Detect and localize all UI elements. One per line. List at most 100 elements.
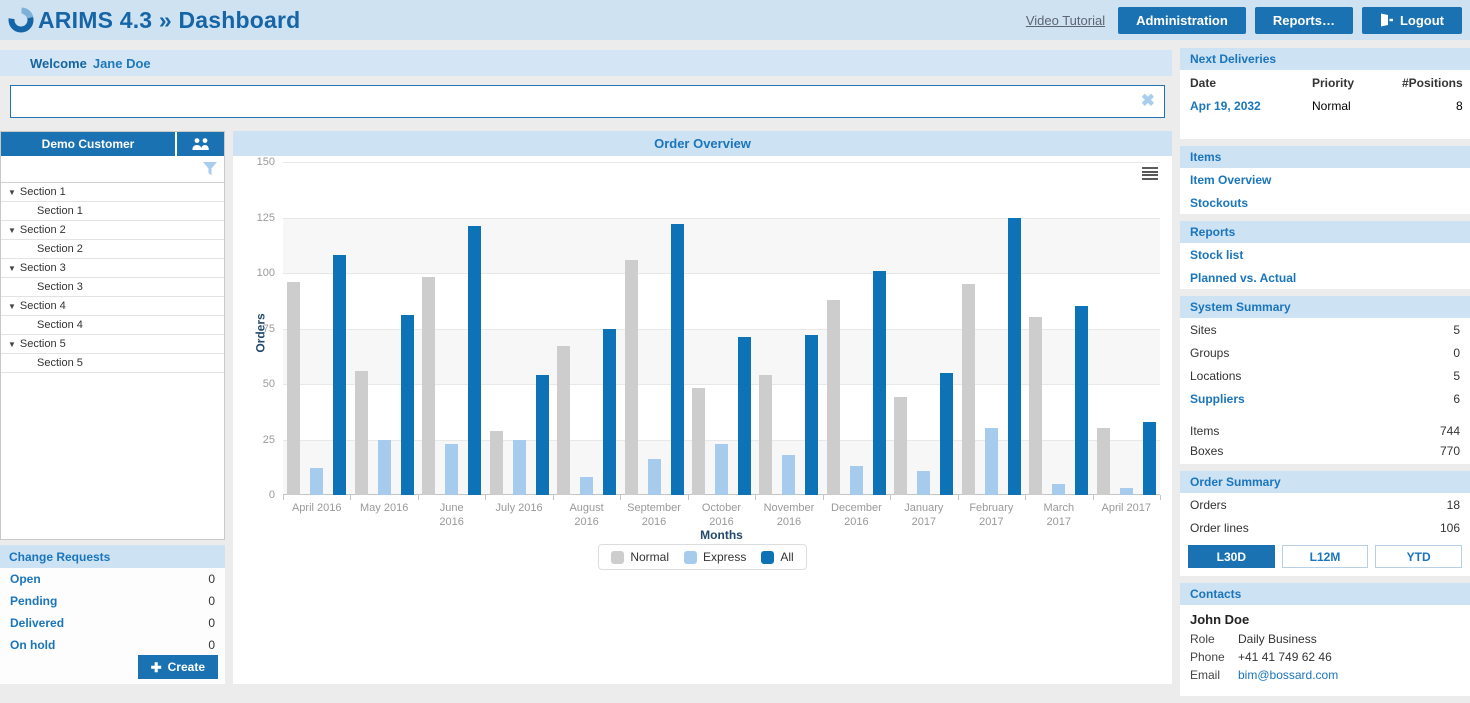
demo-customer-button[interactable]: Demo Customer [1, 132, 175, 156]
bar-express-March 2017 [1052, 484, 1065, 495]
x-axis-tick [755, 495, 756, 500]
customers-button[interactable] [177, 132, 224, 156]
items-count-row: Items 744 [1180, 420, 1470, 442]
delivered-count: 0 [208, 616, 215, 630]
bar-express-July 2016 [513, 440, 526, 496]
on-hold-link[interactable]: On hold [10, 638, 55, 652]
tree-node-section4[interactable]: ▼Section 4 [1, 297, 224, 316]
filter-funnel-icon[interactable] [202, 162, 218, 181]
contact-role-row: Role Daily Business [1190, 632, 1460, 646]
tree-filter-input[interactable] [1, 156, 224, 182]
orders-bar-chart: 0255075100125150OrdersApril 2016May 2016… [233, 156, 1172, 684]
logout-button[interactable]: Logout [1362, 7, 1462, 34]
bar-normal-October 2016 [692, 388, 705, 495]
bar-group-November 2016 [755, 162, 822, 495]
groups-row: Groups 0 [1180, 341, 1470, 364]
bar-all-April 2017 [1143, 422, 1156, 495]
change-requests-panel: Change Requests Open 0 Pending 0 Deliver… [0, 545, 225, 684]
l30d-button[interactable]: L30D [1188, 545, 1275, 568]
collapse-arrow-icon[interactable]: ▼ [8, 340, 16, 349]
suppliers-link[interactable]: Suppliers [1190, 392, 1245, 406]
tree-leaf-section4[interactable]: Section 4 [1, 316, 224, 335]
ytd-button[interactable]: YTD [1375, 545, 1462, 568]
y-axis-tick-label: 50 [235, 378, 275, 390]
legend-item-normal[interactable]: Normal [611, 550, 669, 564]
create-button[interactable]: ✚ Create [138, 655, 218, 679]
bar-group-August 2016 [553, 162, 620, 495]
administration-button[interactable]: Administration [1118, 7, 1246, 34]
legend-swatch [684, 551, 697, 564]
collapse-arrow-icon[interactable]: ▼ [8, 302, 16, 311]
change-requests-header: Change Requests [0, 545, 225, 568]
x-axis-tick [890, 495, 891, 500]
stock-list-link[interactable]: Stock list [1180, 243, 1470, 266]
x-axis-tick [485, 495, 486, 500]
planned-vs-actual-link[interactable]: Planned vs. Actual [1180, 266, 1470, 289]
customer-tree-panel: Demo Customer ▼Section 1 Section 1 ▼Sect… [0, 131, 225, 540]
contact-email-row: Email bim@bossard.com [1190, 668, 1460, 682]
tree-node-section5[interactable]: ▼Section 5 [1, 335, 224, 354]
bar-group-September 2016 [620, 162, 687, 495]
sites-count: 5 [1453, 323, 1460, 337]
bar-normal-April 2017 [1097, 428, 1110, 495]
collapse-arrow-icon[interactable]: ▼ [8, 226, 16, 235]
bar-normal-March 2017 [1029, 317, 1042, 495]
bar-express-April 2016 [310, 468, 323, 495]
bar-normal-September 2016 [625, 260, 638, 495]
clear-search-icon[interactable]: ✖ [1141, 91, 1155, 111]
tree-leaf-section2[interactable]: Section 2 [1, 240, 224, 259]
bar-all-September 2016 [671, 224, 684, 495]
bar-normal-July 2016 [490, 431, 503, 495]
legend-item-express[interactable]: Express [684, 550, 746, 564]
legend-item-all[interactable]: All [761, 550, 793, 564]
bar-group-July 2016 [485, 162, 552, 495]
bar-group-February 2017 [958, 162, 1025, 495]
x-axis-tick [958, 495, 959, 500]
people-icon [191, 138, 211, 150]
order-overview-title: Order Overview [233, 131, 1172, 156]
item-overview-link[interactable]: Item Overview [1180, 168, 1470, 191]
x-axis-category-label: April 2017 [1093, 501, 1160, 515]
suppliers-row: Suppliers 6 [1180, 387, 1470, 410]
reports-button[interactable]: Reports… [1255, 7, 1353, 34]
x-axis-category-label: April 2016 [283, 501, 350, 515]
chart-plot-area [283, 162, 1160, 495]
bar-express-November 2016 [782, 455, 795, 495]
boxes-count: 770 [1440, 444, 1460, 458]
orders-count: 18 [1447, 498, 1460, 512]
bar-normal-November 2016 [759, 375, 772, 495]
tree-leaf-section3[interactable]: Section 3 [1, 278, 224, 297]
l12m-button[interactable]: L12M [1282, 545, 1369, 568]
tree-node-section2[interactable]: ▼Section 2 [1, 221, 224, 240]
contact-email-link[interactable]: bim@bossard.com [1238, 668, 1338, 682]
collapse-arrow-icon[interactable]: ▼ [8, 264, 16, 273]
delivered-link[interactable]: Delivered [10, 616, 64, 630]
next-deliveries-section: Next Deliveries Date Priority #Positions… [1180, 48, 1470, 139]
stockouts-link[interactable]: Stockouts [1180, 191, 1470, 214]
system-summary-section: System Summary Sites 5 Groups 0 Location… [1180, 296, 1470, 464]
bar-normal-August 2016 [557, 346, 570, 495]
welcome-label: Welcome [30, 56, 87, 71]
delivery-date-link[interactable]: Apr 19, 2032 [1190, 99, 1312, 113]
open-link[interactable]: Open [10, 572, 41, 586]
items-count: 744 [1440, 424, 1460, 438]
x-axis-category-label: May 2016 [350, 501, 417, 515]
bar-all-April 2016 [333, 255, 346, 495]
x-axis-category-label: November2016 [755, 501, 822, 529]
bar-normal-February 2017 [962, 284, 975, 495]
collapse-arrow-icon[interactable]: ▼ [8, 188, 16, 197]
bar-express-June 2016 [445, 444, 458, 495]
tree-leaf-section1[interactable]: Section 1 [1, 202, 224, 221]
tree-leaf-section5[interactable]: Section 5 [1, 354, 224, 373]
x-axis-tick [418, 495, 419, 500]
bar-all-December 2016 [873, 271, 886, 495]
tree-node-section1[interactable]: ▼Section 1 [1, 183, 224, 202]
on-hold-count: 0 [208, 638, 215, 652]
locations-row: Locations 5 [1180, 364, 1470, 387]
y-axis-tick-label: 125 [235, 212, 275, 224]
search-input[interactable] [10, 85, 1165, 118]
pending-link[interactable]: Pending [10, 594, 57, 608]
bar-normal-December 2016 [827, 300, 840, 495]
video-tutorial-link[interactable]: Video Tutorial [1026, 13, 1105, 28]
tree-node-section3[interactable]: ▼Section 3 [1, 259, 224, 278]
